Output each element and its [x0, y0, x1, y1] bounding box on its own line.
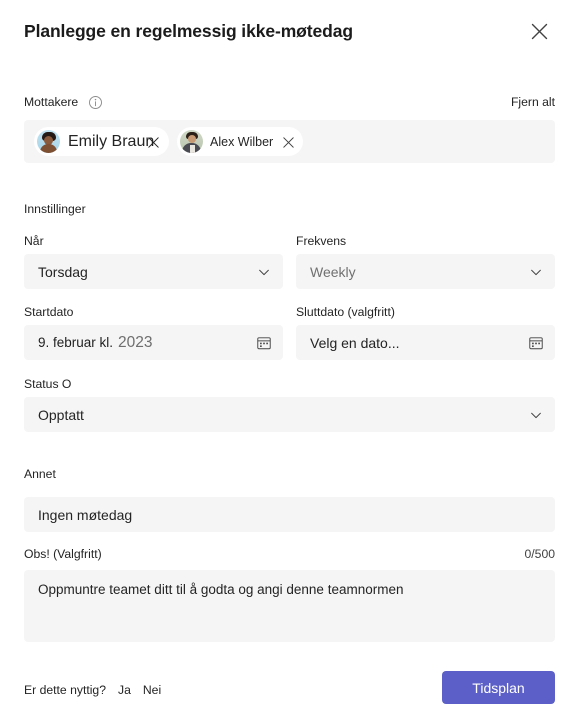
end-date-label: Sluttdato (valgfritt)	[296, 305, 395, 319]
note-heading-row: Obs! (Valgfritt) 0/500	[24, 546, 555, 564]
settings-row-dates: Startdato 9. februar kl. 2023 Sluttdato …	[24, 304, 555, 360]
alex-wilber-avatar	[180, 130, 203, 153]
settings-heading: Innstillinger	[24, 202, 86, 216]
note-header: Obs! (Valgfritt) 0/500	[24, 546, 555, 562]
start-date-secondary: 2023	[118, 333, 153, 351]
feedback-question: Er dette nyttig?	[24, 683, 106, 697]
field-start-date: Startdato 9. februar kl. 2023	[24, 304, 283, 360]
start-date-primary: 9. februar kl.	[38, 334, 114, 350]
field-frequency: Frekvens Weekly	[296, 233, 555, 289]
recipient-pill-emily-braun[interactable]: Emily Braun	[34, 127, 169, 156]
field-other-title: Ingen møtedag	[24, 497, 555, 532]
other-title-input[interactable]: Ingen møtedag	[24, 497, 555, 532]
settings-row-when-frequency: Når Torsdag Frekvens Weekly	[24, 233, 555, 289]
chevron-down-icon	[527, 406, 545, 424]
frequency-value: Weekly	[310, 263, 356, 280]
page-title: Planlegge en regelmessig ikke-møtedag	[24, 20, 353, 41]
other-heading-row: Annet	[24, 465, 555, 483]
frequency-label: Frekvens	[296, 234, 347, 248]
chevron-down-icon	[255, 263, 273, 281]
settings-row-status: Status O Opptatt	[24, 376, 555, 432]
when-value: Torsdag	[38, 263, 88, 280]
remove-recipient-icon[interactable]	[145, 134, 161, 150]
end-date-value: Velg en dato...	[310, 334, 400, 351]
when-label: Når	[24, 234, 44, 248]
field-status: Status O Opptatt	[24, 376, 555, 432]
dialog-header: Planlegge en regelmessig ikke-møtedag	[0, 0, 579, 62]
info-circle-icon[interactable]	[88, 95, 103, 110]
frequency-dropdown[interactable]: Weekly	[296, 254, 555, 289]
feedback-yes-button[interactable]: Ja	[118, 683, 143, 697]
end-date-picker[interactable]: Velg en dato...	[296, 325, 555, 360]
note-row	[24, 570, 555, 642]
schedule-button[interactable]: Tidsplan	[442, 671, 555, 704]
field-end-date: Sluttdato (valgfritt) Velg en dato...	[296, 304, 555, 360]
clear-all-recipients-button[interactable]: Fjern alt	[511, 95, 555, 109]
start-date-label: Startdato	[24, 305, 74, 319]
other-title-row: Ingen møtedag	[24, 497, 555, 534]
other-heading: Annet	[24, 467, 56, 481]
note-character-counter: 0/500	[524, 547, 556, 561]
schedule-no-meeting-day-dialog: Planlegge en regelmessig ikke-møtedag Mo…	[0, 0, 579, 725]
start-date-value: 9. februar kl. 2023	[38, 334, 255, 352]
close-dialog-button[interactable]	[523, 15, 555, 47]
recipient-name: Alex Wilber	[210, 134, 274, 149]
close-icon	[529, 21, 550, 42]
note-label: Obs! (Valgfritt)	[24, 547, 102, 561]
emily-braun-avatar	[37, 130, 60, 153]
calendar-icon	[527, 334, 545, 352]
when-dropdown[interactable]: Torsdag	[24, 254, 283, 289]
recipient-name: Emily Braun	[68, 132, 155, 150]
status-dropdown[interactable]: Opptatt	[24, 397, 555, 432]
remove-recipient-icon[interactable]	[280, 134, 296, 150]
recipients-label: Mottakere	[24, 95, 79, 109]
start-date-picker[interactable]: 9. februar kl. 2023	[24, 325, 283, 360]
dialog-footer: Er dette nyttig? Ja Nei Tidsplan	[0, 659, 579, 725]
status-label: Status O	[24, 377, 72, 391]
status-value: Opptatt	[38, 406, 84, 423]
chevron-down-icon	[527, 263, 545, 281]
recipients-header: Mottakere Fjern alt	[24, 93, 555, 111]
calendar-icon	[255, 334, 273, 352]
other-title-value: Ingen møtedag	[38, 506, 133, 523]
feedback-no-button[interactable]: Nei	[143, 683, 173, 697]
recipients-input-box[interactable]: Emily Braun Alex Wilber	[24, 120, 555, 163]
feedback-area: Er dette nyttig? Ja Nei	[24, 683, 173, 697]
field-when: Når Torsdag	[24, 233, 283, 289]
field-note	[24, 570, 555, 647]
note-textarea[interactable]	[24, 570, 555, 642]
recipient-pill-alex-wilber[interactable]: Alex Wilber	[177, 127, 304, 156]
